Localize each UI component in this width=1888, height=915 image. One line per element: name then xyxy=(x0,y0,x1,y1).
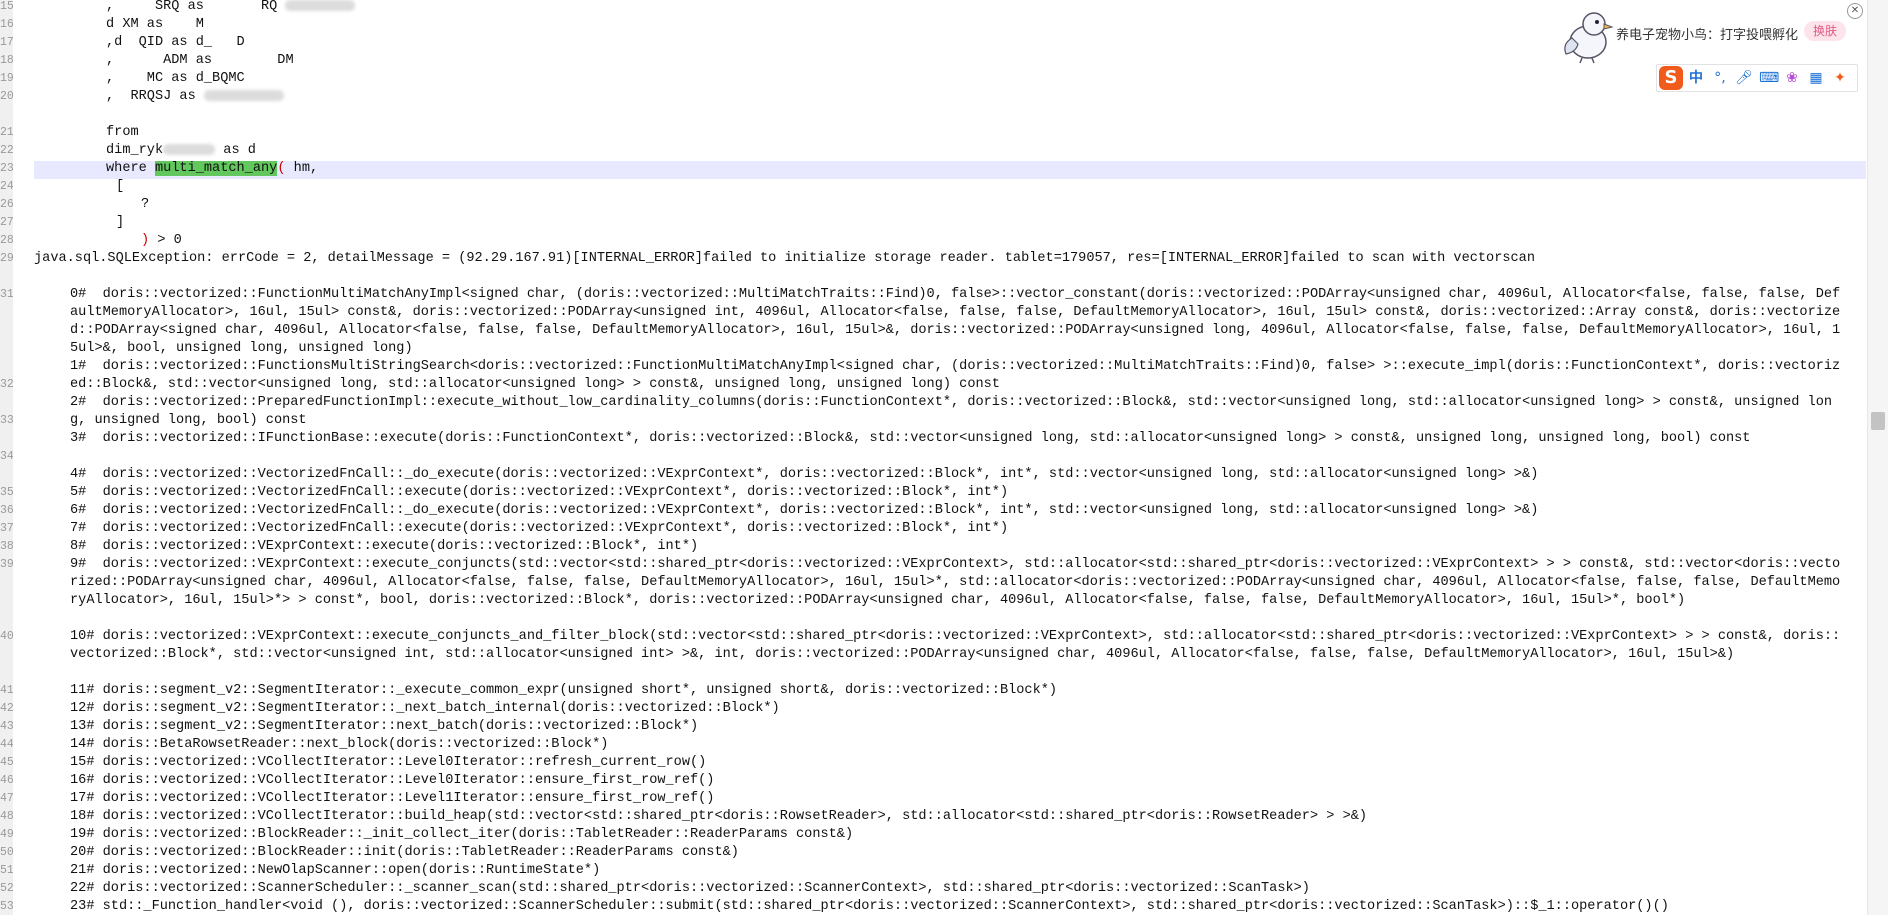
close-icon[interactable]: ✕ xyxy=(1847,3,1863,19)
line-number: 48 xyxy=(0,810,13,823)
microphone-icon[interactable]: 🎤︎ xyxy=(1735,68,1753,88)
ime-toolbar[interactable]: S 中 °, 🎤︎ ⌨︎ ❀ ▦ ✦ xyxy=(1656,64,1858,92)
line-number: 53 xyxy=(0,900,13,913)
vertical-scrollbar[interactable] xyxy=(1867,0,1888,915)
stack-frame: 2# doris::vectorized::PreparedFunctionIm… xyxy=(70,395,1833,428)
line-number: 34 xyxy=(0,450,13,463)
line-number: 17 xyxy=(0,36,13,49)
widget-promo-text: 养电子宠物小鸟：打字投喂孵化 xyxy=(1616,27,1799,42)
text-editor[interactable]: 15 16 17 18 19 20 21 22 23 24 26 27 28 2… xyxy=(0,0,1868,915)
code-line: from xyxy=(106,125,139,140)
line-number: 20 xyxy=(0,90,13,103)
line-number: 52 xyxy=(0,882,13,895)
change-skin-button[interactable]: 换肤 xyxy=(1804,21,1846,41)
line-number: 44 xyxy=(0,738,13,751)
line-number: 28 xyxy=(0,234,13,247)
stack-frame: 14# doris::BetaRowsetReader::next_block(… xyxy=(70,737,609,752)
skin-icon[interactable]: ❀ xyxy=(1783,68,1801,88)
line-number: 42 xyxy=(0,702,13,715)
line-number: 35 xyxy=(0,486,13,499)
game-icon[interactable]: ✦ xyxy=(1831,68,1849,88)
line-number: 21 xyxy=(0,126,13,139)
code-line: where multi_match_any( hm, xyxy=(106,161,319,176)
stack-frame: 15# doris::vectorized::VCollectIterator:… xyxy=(70,755,707,770)
code-line: [ xyxy=(116,179,125,194)
line-number: 47 xyxy=(0,792,13,805)
stack-frame: 3# doris::vectorized::IFunctionBase::exe… xyxy=(70,431,1751,446)
sogou-logo-icon[interactable]: S xyxy=(1659,66,1683,90)
stack-frame: 16# doris::vectorized::VCollectIterator:… xyxy=(70,773,715,788)
line-number: 32 xyxy=(0,378,13,391)
line-number-gutter: 15 16 17 18 19 20 21 22 23 24 26 27 28 2… xyxy=(0,0,13,915)
stack-frame: 1# doris::vectorized::FunctionsMultiStri… xyxy=(70,359,1841,392)
pet-bird-widget[interactable]: 养电子宠物小鸟：打字投喂孵化 换肤 ✕ xyxy=(1556,3,1863,64)
bird-mascot-icon[interactable] xyxy=(1558,8,1616,64)
stack-frame: 13# doris::segment_v2::SegmentIterator::… xyxy=(70,719,699,734)
line-number: 51 xyxy=(0,864,13,877)
line-number: 39 xyxy=(0,558,13,571)
stack-frame: 0# doris::vectorized::FunctionMultiMatch… xyxy=(70,287,1841,356)
stack-frame: 10# doris::vectorized::VExprContext::exe… xyxy=(70,629,1841,662)
line-number: 27 xyxy=(0,216,13,229)
line-number: 23 xyxy=(0,162,13,175)
code-line: dim_ryk as d xyxy=(106,143,256,158)
line-number: 33 xyxy=(0,414,13,427)
line-number: 31 xyxy=(0,288,13,301)
line-number: 45 xyxy=(0,756,13,769)
punctuation-icon[interactable]: °, xyxy=(1711,68,1729,88)
stack-frame: 21# doris::vectorized::NewOlapScanner::o… xyxy=(70,863,601,878)
stack-frame: 9# doris::vectorized::VExprContext::exec… xyxy=(70,557,1841,608)
line-number: 38 xyxy=(0,540,13,553)
line-number: 41 xyxy=(0,684,13,697)
stack-frame: 18# doris::vectorized::VCollectIterator:… xyxy=(70,809,1368,824)
line-number: 26 xyxy=(0,198,13,211)
line-number: 49 xyxy=(0,828,13,841)
stack-frame: 12# doris::segment_v2::SegmentIterator::… xyxy=(70,701,780,716)
stack-frame: 11# doris::segment_v2::SegmentIterator::… xyxy=(70,683,1058,698)
line-number: 15 xyxy=(0,0,13,13)
stack-frame: 20# doris::vectorized::BlockReader::init… xyxy=(70,845,739,860)
stack-frame: 6# doris::vectorized::VectorizedFnCall::… xyxy=(70,503,1539,518)
code-line: , RRQSJ as xyxy=(106,88,1858,106)
line-number: 19 xyxy=(0,72,13,85)
line-number: 40 xyxy=(0,630,13,643)
stack-frame: 17# doris::vectorized::VCollectIterator:… xyxy=(70,791,715,806)
line-number: 50 xyxy=(0,846,13,859)
line-number: 22 xyxy=(0,144,13,157)
stack-frame: 8# doris::vectorized::VExprContext::exec… xyxy=(70,539,699,554)
stack-frame: 5# doris::vectorized::VectorizedFnCall::… xyxy=(70,485,1009,500)
stack-frame: 23# std::_Function_handler<void (), dori… xyxy=(70,899,1669,914)
search-match-highlight: multi_match_any xyxy=(154,161,278,176)
error-message-line: java.sql.SQLException: errCode = 2, deta… xyxy=(34,251,1535,266)
code-line: , MC as d_BQMC xyxy=(106,71,245,86)
scrollbar-thumb[interactable] xyxy=(1871,412,1885,430)
line-number: 16 xyxy=(0,18,13,31)
stack-frame: 4# doris::vectorized::VectorizedFnCall::… xyxy=(70,467,1539,482)
line-number: 24 xyxy=(0,180,13,193)
stack-frame: 7# doris::vectorized::VectorizedFnCall::… xyxy=(70,521,1009,536)
line-number: 46 xyxy=(0,774,13,787)
line-number: 36 xyxy=(0,504,13,517)
stack-frame: 22# doris::vectorized::ScannerScheduler:… xyxy=(70,881,1310,896)
line-number: 37 xyxy=(0,522,13,535)
keyboard-icon[interactable]: ⌨︎ xyxy=(1759,68,1779,88)
line-number: 43 xyxy=(0,720,13,733)
stack-frame: 19# doris::vectorized::BlockReader::_ini… xyxy=(70,827,854,842)
ime-language-toggle[interactable]: 中 xyxy=(1687,68,1705,88)
line-number: 18 xyxy=(0,54,13,67)
code-line: ) > 0 xyxy=(141,233,182,248)
code-line: ] xyxy=(116,215,125,230)
code-line: ? xyxy=(141,197,150,212)
line-number: 29 xyxy=(0,252,13,265)
toolbox-icon[interactable]: ▦ xyxy=(1807,68,1825,88)
